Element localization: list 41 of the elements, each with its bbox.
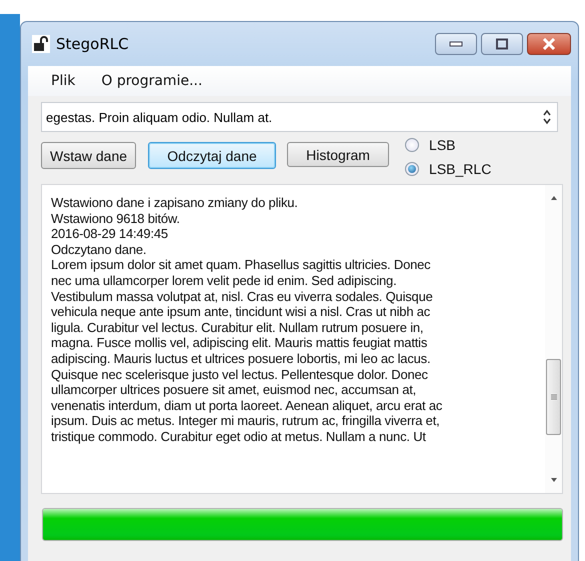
log-line: venenatis interdum, diam ut porta laoreet. Aenean aliquet, arcu erat ac [51, 398, 444, 414]
maximize-button[interactable] [481, 33, 523, 55]
spin-arrows-icon [543, 109, 551, 125]
log-line: magna. Fusce mollis vel, adipiscing elit. Mauris mattis feugiat mattis [51, 335, 428, 351]
log-line: nec uma ullamcorper lorem velit pede id enim. Sed adipiscing. [51, 272, 398, 289]
scroll-up-icon[interactable] [550, 195, 558, 201]
close-icon [542, 38, 556, 50]
log-line: ipsum. Duis ac metus. Integer mi mauris, rutrum ac, fringilla viverra et, [51, 413, 441, 429]
log-line: 2016-08-29 14:49:45 [51, 226, 169, 242]
window-title: StegoRLC [56, 35, 130, 53]
log-line: Odczytano dane. [51, 242, 148, 258]
log-line: adipiscing. Mauris luctus et ultrices posuere lobortis, mi leo ac lacus. [51, 350, 432, 367]
action-button[interactable]: Wstaw dane [41, 142, 136, 169]
padlock-icon [32, 35, 50, 53]
scroll-down-icon[interactable] [550, 477, 558, 483]
radio-button[interactable] [405, 138, 420, 152]
minimize-icon [449, 41, 463, 47]
scrollbar[interactable] [545, 185, 562, 493]
scroll-thumb[interactable] [546, 359, 561, 435]
log-line: vehicula neque ante ipsum ante, tincidunt wisi a nisl. Cras ut nibh ac [51, 304, 432, 320]
log-line: Lorem ipsum dolor sit amet quam. Phasellus sagittis ultricies. Donec [51, 257, 432, 273]
grip-icon [550, 393, 558, 401]
log-line: Wstawiono 9618 bitów. [51, 210, 181, 226]
log-text-area[interactable] [41, 184, 563, 494]
radio-label[interactable]: LSB [429, 137, 456, 153]
minimize-button[interactable] [435, 33, 477, 55]
log-line: Wstawiono dane i zapisano zmiany do pliku. [51, 195, 299, 211]
log-line: Quisque nec scelerisque justo vel lectus. Pellentesque dolor. Donec [51, 366, 429, 382]
menu-item[interactable]: O programie... [101, 73, 202, 89]
close-button[interactable] [527, 33, 571, 55]
log-line: ligula. Curabitur vel lectus. Curabitur elit. Nullam rutrum posuere in, [51, 320, 424, 336]
menu-item[interactable]: Plik [51, 73, 76, 89]
maximize-icon [495, 38, 509, 50]
radio-label[interactable]: LSB_RLC [429, 161, 492, 177]
action-button[interactable]: Odczytaj dane [148, 142, 276, 169]
text-field[interactable]: egestas. Proin aliquam odio. Nullam at. [41, 102, 558, 132]
log-line: ullamcorper ultrices posuere sit amet, euismod nec, accumsan at, [51, 382, 418, 398]
action-button[interactable]: Histogram [287, 142, 390, 167]
log-line: Vestibulum massa volutpat at, nisl. Cras eu viverra sodales. Quisque [51, 288, 434, 304]
log-line: tristique commodo. Curabitur eget odio at metus. Nullam a nunc. Ut [51, 428, 427, 444]
radio-button[interactable] [405, 162, 420, 176]
